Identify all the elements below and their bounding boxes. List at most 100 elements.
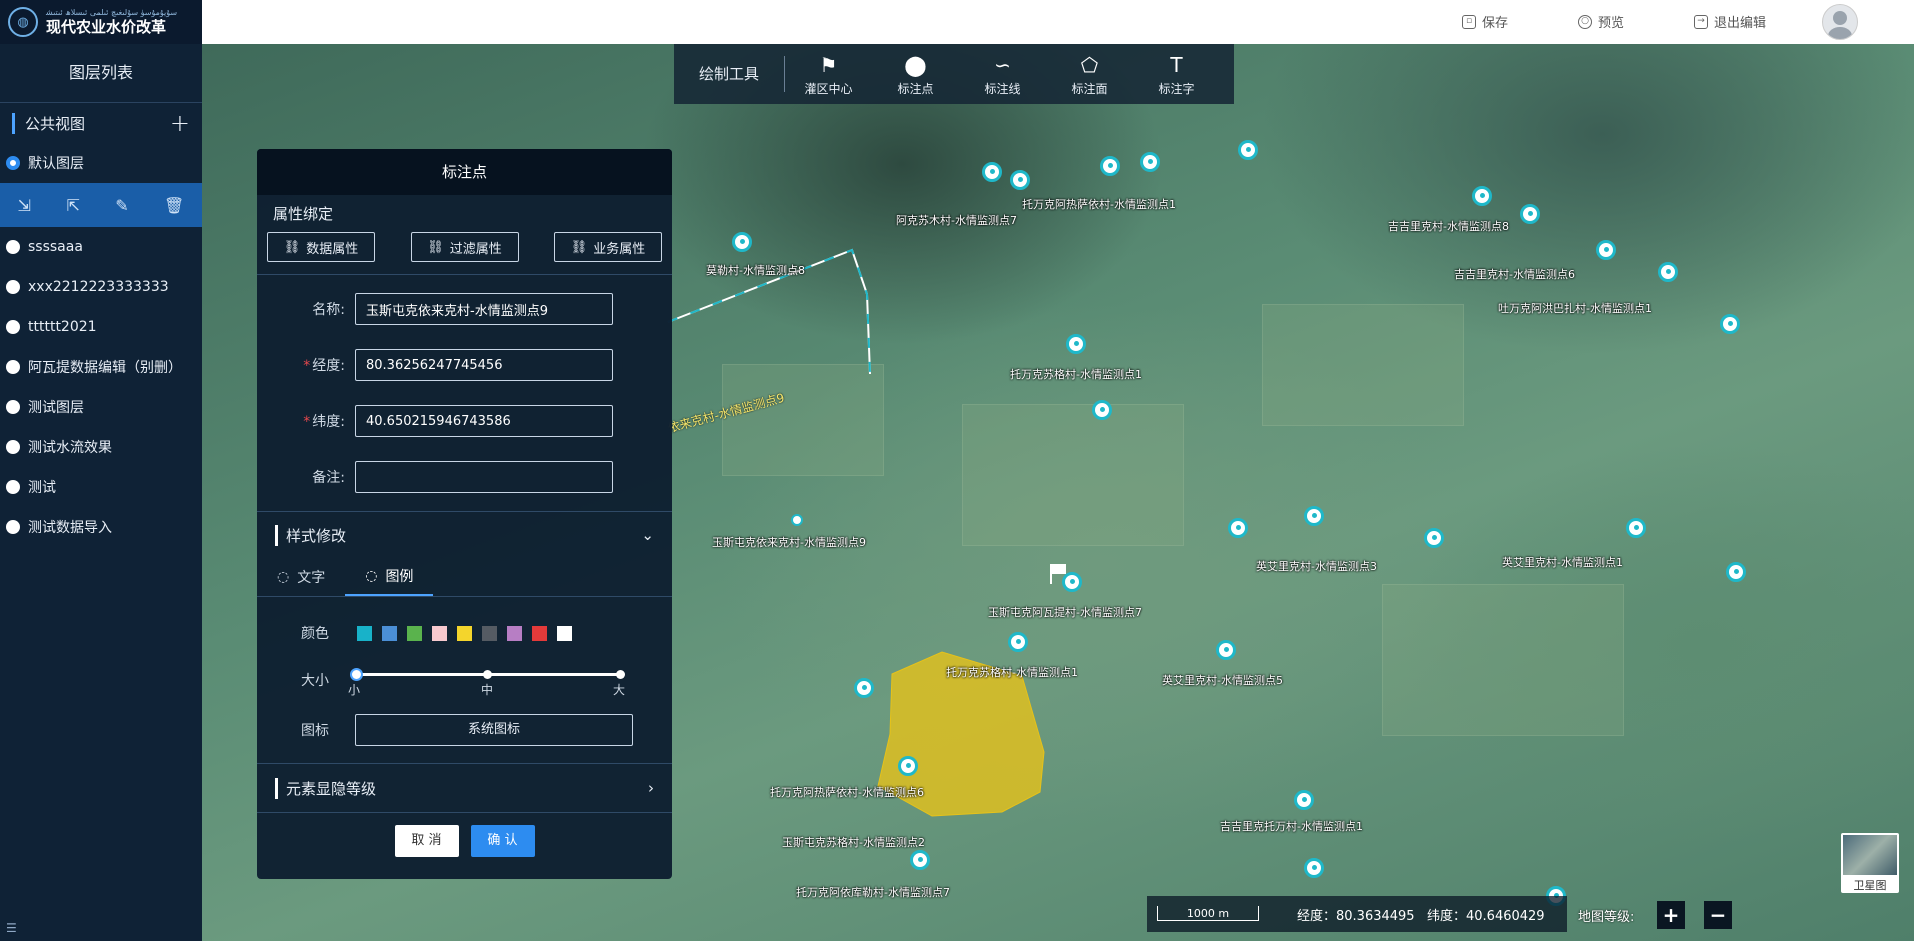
color-swatch[interactable] [482, 625, 497, 641]
color-swatch[interactable] [432, 625, 447, 641]
required-mark: * [303, 358, 311, 374]
lat-input[interactable] [355, 405, 613, 437]
map-marker[interactable] [1596, 240, 1616, 260]
radio-checked-icon[interactable] [6, 156, 20, 170]
map-marker[interactable] [1726, 562, 1746, 582]
basemap-switch[interactable]: 卫星图 [1841, 833, 1899, 893]
size-slider[interactable]: 小 中 大 [348, 665, 625, 697]
map-marker[interactable] [1294, 790, 1314, 810]
button-label: 数据属性 [306, 241, 359, 257]
preview-button[interactable]: ○ 预览 [1578, 12, 1624, 31]
zoom-in-button[interactable]: + [1657, 901, 1685, 929]
map-marker[interactable] [1626, 518, 1646, 538]
irrigation-center-flag-icon[interactable] [1050, 564, 1066, 584]
map-marker[interactable] [1100, 156, 1120, 176]
map-marker[interactable] [910, 850, 930, 870]
zoom-out-button[interactable]: − [1704, 901, 1732, 929]
map-marker[interactable] [732, 232, 752, 252]
layer-item[interactable]: ssssaaa [0, 227, 202, 267]
map-marker[interactable] [1304, 858, 1324, 878]
tab-legend[interactable]: ◌ 图例 [345, 558, 434, 596]
layer-item[interactable]: 测试水流效果 [0, 427, 202, 467]
save-button[interactable]: ▫ 保存 [1462, 12, 1508, 31]
map-marker[interactable] [1092, 400, 1112, 420]
business-attr-button[interactable]: ⛓ 业务属性 [554, 232, 662, 262]
map-marker[interactable] [1472, 186, 1492, 206]
tool-irrigation-center[interactable]: ⚑ 灌区中心 [785, 44, 872, 104]
style-section-header[interactable]: 样式修改 ⌄ [257, 511, 672, 558]
panel-footer: 取 消 确 认 [257, 812, 672, 857]
data-attr-button[interactable]: ⛓ 数据属性 [267, 232, 375, 262]
color-swatch[interactable] [457, 625, 472, 641]
edit-icon[interactable]: ✎ [115, 196, 128, 215]
tab-label: 图例 [385, 569, 414, 585]
layer-item[interactable]: 测试 [0, 467, 202, 507]
layer-item[interactable]: 阿瓦提数据编辑（别删） [0, 347, 202, 387]
layer-item[interactable]: 测试图层 [0, 387, 202, 427]
tool-mark-polygon[interactable]: ⬠ 标注面 [1046, 44, 1133, 104]
map-marker[interactable] [1228, 518, 1248, 538]
slider-handle[interactable] [350, 668, 363, 681]
radio-icon[interactable] [6, 400, 20, 414]
radio-icon[interactable] [6, 360, 20, 374]
delete-icon[interactable]: 🗑 [164, 196, 184, 215]
map-label: 阿克苏木村-水情监测点7 [896, 214, 1017, 227]
map-marker[interactable] [1238, 140, 1258, 160]
tab-text[interactable]: ◌ 文字 [257, 558, 345, 596]
layer-item[interactable]: xxx2212223333333 [0, 267, 202, 307]
confirm-button[interactable]: 确 认 [470, 825, 535, 857]
tool-mark-point[interactable]: ⬤ 标注点 [872, 44, 959, 104]
map-marker[interactable] [1216, 640, 1236, 660]
layer-item[interactable]: 测试数据导入 [0, 507, 202, 547]
slider-stop[interactable] [483, 670, 492, 679]
map-marker[interactable] [1010, 170, 1030, 190]
color-row: 颜色 [257, 611, 672, 655]
export-icon[interactable]: ⇱ [66, 196, 79, 215]
tool-mark-line[interactable]: ∽ 标注线 [959, 44, 1046, 104]
filter-attr-button[interactable]: ⛓ 过滤属性 [410, 232, 519, 262]
map-marker[interactable] [1304, 506, 1324, 526]
map-marker[interactable] [854, 678, 874, 698]
attr-section-label: 属性绑定 [273, 205, 334, 223]
import-icon[interactable]: ⇲ [18, 196, 31, 215]
avatar[interactable] [1822, 4, 1858, 40]
color-swatch[interactable] [532, 625, 547, 641]
map-marker[interactable] [1140, 152, 1160, 172]
lat-readout: 纬度：40.6460429 [1427, 909, 1545, 924]
color-swatch[interactable] [382, 625, 397, 641]
tool-mark-text[interactable]: T 标注字 [1133, 44, 1220, 104]
slider-stop[interactable] [616, 670, 625, 679]
cancel-button[interactable]: 取 消 [394, 825, 459, 857]
name-input[interactable] [355, 293, 613, 325]
layer-item[interactable]: tttttt2021 [0, 307, 202, 347]
selected-point[interactable] [791, 514, 803, 526]
menu-icon[interactable]: ☰ [6, 921, 17, 935]
radio-icon[interactable] [6, 480, 20, 494]
app-logo[interactable]: ◍ ﺳﯘﻳﯘﻣﯘﺳﯜ ﺳﯘﻟﯩﻐﯩﭻ ﺋﯩﻠﻤﻰ ﺋﯩﺴﻼﮪ ﺋﯩﺘﯩﺸ 现代农… [0, 0, 202, 44]
visibility-section-header[interactable]: 元素显隐等级 › [257, 763, 672, 812]
map-marker[interactable] [1008, 632, 1028, 652]
color-swatch[interactable] [357, 625, 372, 641]
exit-edit-button[interactable]: → 退出编辑 [1694, 12, 1766, 31]
map-marker[interactable] [1424, 528, 1444, 548]
map-marker[interactable] [898, 756, 918, 776]
system-icon-button[interactable]: 系统图标 [355, 714, 633, 746]
map-marker[interactable] [1720, 314, 1740, 334]
note-input[interactable] [355, 461, 613, 493]
color-swatch[interactable] [407, 625, 422, 641]
map-marker[interactable] [1658, 262, 1678, 282]
add-layer-button[interactable]: + [170, 109, 190, 137]
radio-icon[interactable] [6, 240, 20, 254]
required-mark: * [303, 414, 311, 430]
layer-item[interactable]: 默认图层 [0, 143, 202, 183]
map-marker[interactable] [982, 162, 1002, 182]
map-marker[interactable] [1066, 334, 1086, 354]
radio-icon[interactable] [6, 440, 20, 454]
radio-icon[interactable] [6, 320, 20, 334]
map-marker[interactable] [1520, 204, 1540, 224]
radio-icon[interactable] [6, 280, 20, 294]
lng-input[interactable] [355, 349, 613, 381]
color-swatch[interactable] [507, 625, 522, 641]
color-swatch[interactable] [557, 625, 572, 641]
radio-icon[interactable] [6, 520, 20, 534]
